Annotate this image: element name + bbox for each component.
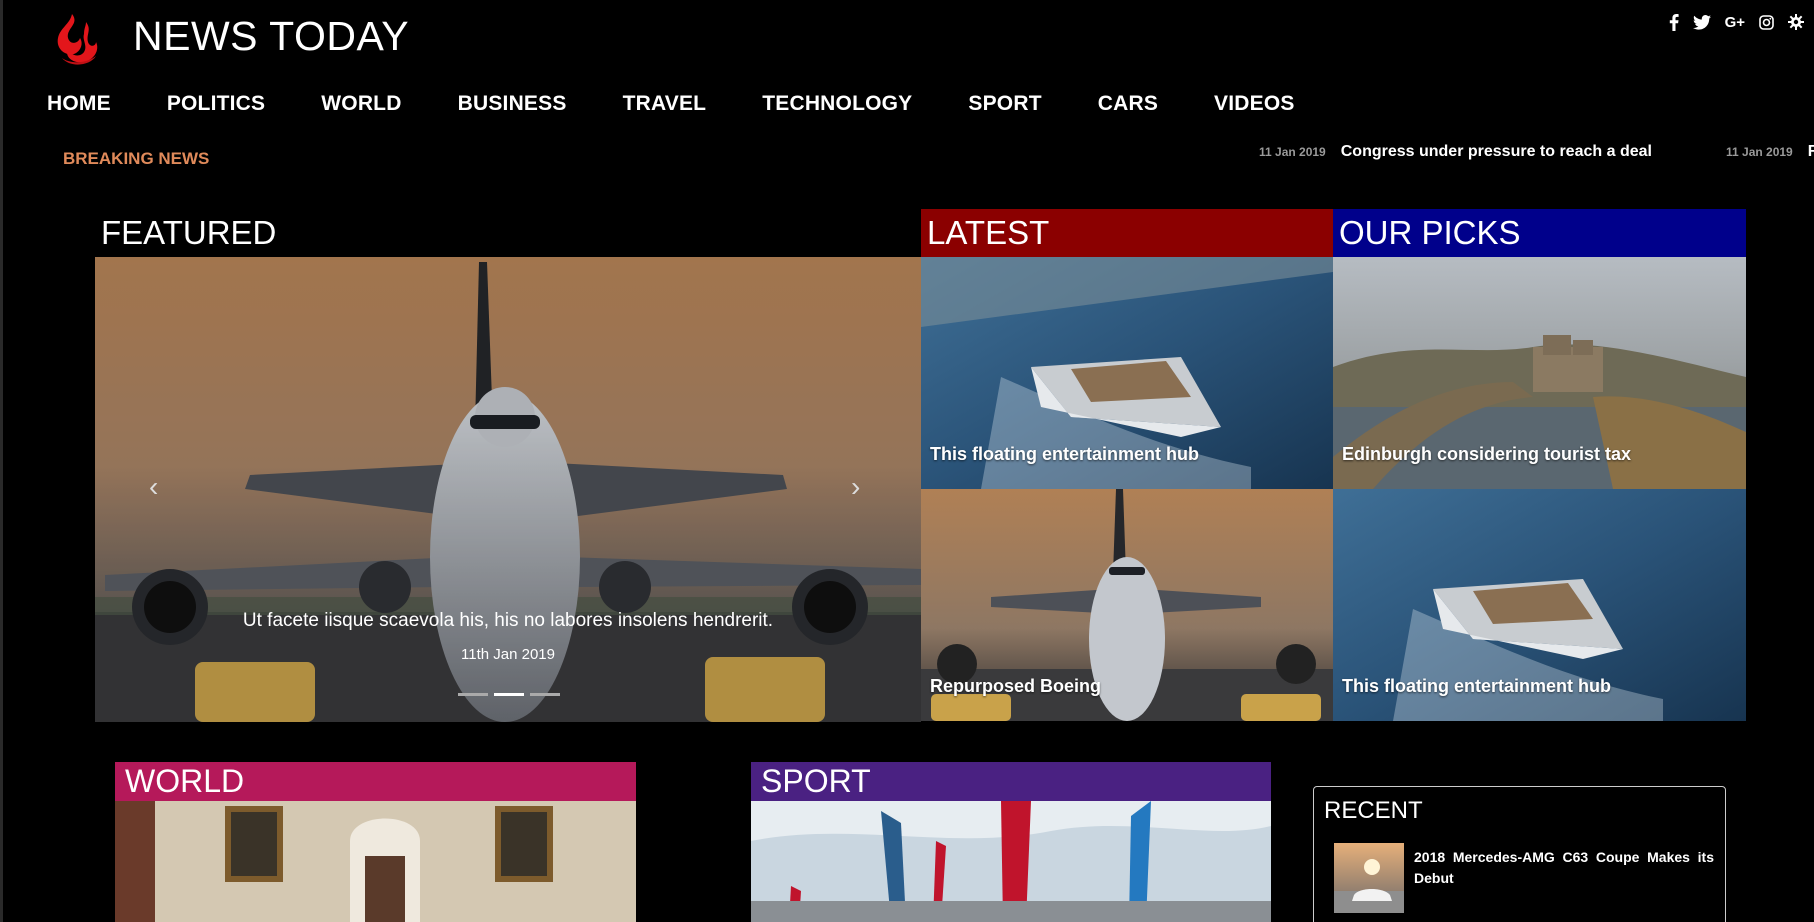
twitter-icon[interactable] xyxy=(1692,12,1711,32)
latest-heading: LATEST xyxy=(921,209,1333,257)
nav-sport[interactable]: SPORT xyxy=(968,92,1041,116)
tile-caption[interactable]: Edinburgh considering tourist tax xyxy=(1342,444,1631,465)
carousel-indicator-active[interactable] xyxy=(494,693,524,696)
google-plus-icon[interactable]: G+ xyxy=(1725,12,1745,32)
sport-image[interactable] xyxy=(751,801,1271,922)
picks-tile[interactable]: Edinburgh considering tourist tax xyxy=(1333,257,1746,489)
carousel-indicator[interactable] xyxy=(530,693,560,696)
featured-carousel[interactable]: ‹ › Ut facete iisque scaevola his, his n… xyxy=(95,257,921,722)
featured-caption[interactable]: Ut facete iisque scaevola his, his no la… xyxy=(95,610,921,632)
main-nav: HOME POLITICS WORLD BUSINESS TRAVEL TECH… xyxy=(47,92,1295,116)
latest-tile[interactable]: Repurposed Boeing xyxy=(921,489,1333,721)
carousel-prev-icon[interactable]: ‹ xyxy=(149,471,158,503)
ticker-item[interactable]: 11 Jan 2019 Congress under pressure to r… xyxy=(1259,143,1652,161)
nav-business[interactable]: BUSINESS xyxy=(458,92,567,116)
ticker-item[interactable]: 11 Jan 2019 R xyxy=(1726,143,1814,161)
ticker-date: 11 Jan 2019 xyxy=(1726,145,1793,159)
ticker-date: 11 Jan 2019 xyxy=(1259,145,1326,159)
tile-caption[interactable]: This floating entertainment hub xyxy=(930,444,1199,465)
recent-item-title[interactable]: 2018 Mercedes-AMG C63 Coupe Makes its De… xyxy=(1414,847,1714,889)
recent-heading: RECENT xyxy=(1324,797,1423,824)
nav-cars[interactable]: CARS xyxy=(1098,92,1158,116)
featured-heading: FEATURED xyxy=(101,214,277,251)
ticker-headline[interactable]: Congress under pressure to reach a deal xyxy=(1341,143,1652,161)
instagram-icon[interactable] xyxy=(1759,12,1774,32)
tile-caption[interactable]: Repurposed Boeing xyxy=(930,676,1101,697)
nav-politics[interactable]: POLITICS xyxy=(167,92,265,116)
our-picks-heading: OUR PICKS xyxy=(1333,209,1746,257)
latest-tile[interactable]: This floating entertainment hub xyxy=(921,257,1333,489)
recent-widget: RECENT 2018 Mercedes-AMG C63 Coupe Makes… xyxy=(1313,786,1726,922)
nav-videos[interactable]: VIDEOS xyxy=(1214,92,1295,116)
carousel-indicators xyxy=(458,693,560,696)
nav-technology[interactable]: TECHNOLOGY xyxy=(762,92,912,116)
carousel-indicator[interactable] xyxy=(458,693,488,696)
world-heading: WORLD xyxy=(115,762,636,801)
breaking-news-ticker: 11 Jan 2019 Congress under pressure to r… xyxy=(0,143,1814,167)
ticker-headline[interactable]: R xyxy=(1808,143,1814,161)
recent-thumbnail[interactable] xyxy=(1334,843,1404,913)
breaking-news-label: BREAKING NEWS xyxy=(63,149,210,168)
flame-logo-icon[interactable] xyxy=(50,12,106,66)
site-title[interactable]: NEWS TODAY xyxy=(133,12,409,60)
tile-caption[interactable]: This floating entertainment hub xyxy=(1342,676,1611,697)
social-links: G+ xyxy=(1669,12,1804,32)
page-left-border xyxy=(0,0,3,922)
nav-travel[interactable]: TRAVEL xyxy=(623,92,707,116)
world-image[interactable] xyxy=(115,801,636,922)
carousel-next-icon[interactable]: › xyxy=(851,471,860,503)
featured-date: 11th Jan 2019 xyxy=(461,646,555,663)
facebook-icon[interactable] xyxy=(1669,12,1679,32)
nav-world[interactable]: WORLD xyxy=(321,92,401,116)
settings-icon[interactable] xyxy=(1788,12,1804,32)
picks-tile[interactable]: This floating entertainment hub xyxy=(1333,489,1746,721)
nav-home[interactable]: HOME xyxy=(47,92,111,116)
sport-heading: SPORT xyxy=(751,762,1271,801)
